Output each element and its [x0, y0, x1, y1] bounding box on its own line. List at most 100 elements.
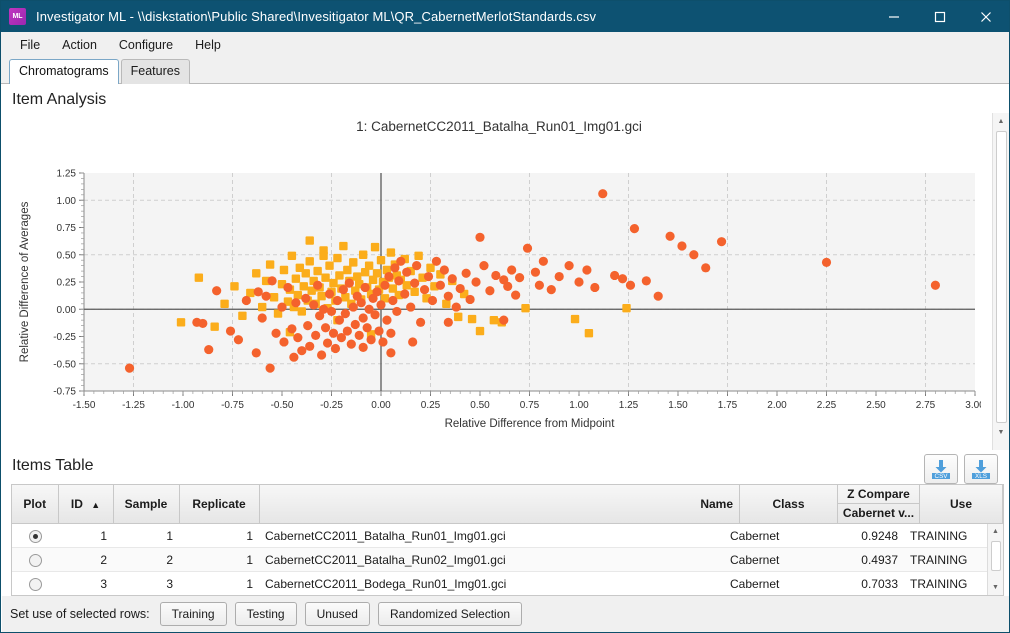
- items-grid-body[interactable]: 111CabernetCC2011_Batalha_Run01_Img01.gc…: [12, 524, 987, 595]
- data-point-cabernet: [630, 224, 639, 233]
- data-point-cabernet: [363, 323, 372, 332]
- data-point-cabernet: [565, 261, 574, 270]
- x-tick-label: 1.00: [569, 400, 589, 411]
- data-point-cabernet: [388, 296, 397, 305]
- chart-vertical-scrollbar[interactable]: ▲ ▼: [992, 113, 1009, 450]
- data-point-cabernet: [327, 307, 336, 316]
- col-header-name[interactable]: Name: [259, 485, 740, 524]
- testing-button[interactable]: Testing: [235, 602, 297, 626]
- data-point-cabernet: [598, 189, 607, 198]
- main-content: Item Analysis 1: CabernetCC2011_Batalha_…: [1, 84, 1009, 632]
- scatter-plot[interactable]: -0.75-0.50-0.250.000.250.500.751.001.25-…: [6, 113, 981, 450]
- x-tick-label: 0.75: [520, 400, 540, 411]
- data-point-merlot: [490, 316, 498, 324]
- unused-button[interactable]: Unused: [305, 602, 370, 626]
- plot-radio-button[interactable]: [29, 554, 42, 567]
- cell-replicate: 1: [179, 572, 259, 595]
- items-grid-scrollbar[interactable]: ▲ ▼: [987, 524, 1003, 595]
- items-table-header-row: Items Table CSV XLS: [6, 450, 1009, 484]
- y-axis-title: Relative Difference of Averages: [19, 201, 31, 362]
- data-point-merlot: [335, 271, 343, 279]
- cell-plot[interactable]: [12, 548, 58, 572]
- data-point-cabernet: [485, 286, 494, 295]
- menu-item-configure[interactable]: Configure: [108, 35, 184, 56]
- data-point-cabernet: [357, 298, 366, 307]
- data-point-merlot: [246, 289, 254, 297]
- grid-scroll-up-icon[interactable]: ▲: [988, 524, 1004, 540]
- data-point-cabernet: [448, 274, 457, 283]
- data-point-cabernet: [462, 269, 471, 278]
- cell-sample: 2: [113, 548, 179, 572]
- col-header-sample[interactable]: Sample: [113, 485, 179, 524]
- data-point-cabernet: [582, 265, 591, 274]
- plot-radio-button[interactable]: [29, 578, 42, 591]
- data-point-cabernet: [555, 272, 564, 281]
- data-point-merlot: [306, 236, 314, 244]
- data-point-cabernet: [376, 300, 385, 309]
- data-point-merlot: [195, 273, 203, 281]
- cell-plot[interactable]: [12, 572, 58, 595]
- data-point-merlot: [426, 264, 434, 272]
- data-point-merlot: [410, 288, 418, 296]
- scroll-thumb[interactable]: [996, 131, 1007, 423]
- training-button[interactable]: Training: [160, 602, 227, 626]
- data-point-cabernet: [370, 310, 379, 319]
- export-csv-button[interactable]: CSV: [924, 454, 958, 484]
- chart-area[interactable]: 1: CabernetCC2011_Batalha_Run01_Img01.gc…: [6, 113, 992, 450]
- data-point-cabernet: [321, 323, 330, 332]
- x-tick-label: 1.25: [619, 400, 639, 411]
- data-point-cabernet: [412, 261, 421, 270]
- tab-chromatograms[interactable]: Chromatograms: [9, 59, 119, 84]
- data-point-cabernet: [440, 265, 449, 274]
- data-point-cabernet: [204, 345, 213, 354]
- data-point-merlot: [319, 252, 327, 260]
- xls-download-icon: XLS: [969, 458, 993, 480]
- items-grid[interactable]: Plot ID ▲ Sample Replicate Name Class Z …: [11, 484, 1004, 596]
- data-point-cabernet: [574, 277, 583, 286]
- col-header-use[interactable]: Use: [920, 485, 1003, 524]
- scroll-down-icon[interactable]: ▼: [993, 424, 1010, 441]
- randomized-selection-button[interactable]: Randomized Selection: [378, 602, 522, 626]
- tab-features[interactable]: Features: [121, 59, 190, 84]
- grid-scroll-down-icon[interactable]: ▼: [988, 579, 1004, 595]
- data-point-merlot: [571, 315, 579, 323]
- y-tick-label: -0.25: [53, 332, 76, 343]
- cell-sample: 3: [113, 572, 179, 595]
- data-point-cabernet: [301, 294, 310, 303]
- col-header-class[interactable]: Class: [740, 485, 838, 524]
- minimize-icon[interactable]: [871, 1, 917, 32]
- close-icon[interactable]: [963, 1, 1009, 32]
- bottom-action-bar: Set use of selected rows: Training Testi…: [2, 596, 1009, 632]
- data-point-cabernet: [380, 281, 389, 290]
- data-point-cabernet: [456, 284, 465, 293]
- menu-item-help[interactable]: Help: [184, 35, 232, 56]
- export-xls-button[interactable]: XLS: [964, 454, 998, 484]
- data-point-cabernet: [319, 305, 328, 314]
- data-point-merlot: [210, 322, 218, 330]
- menu-item-action[interactable]: Action: [51, 35, 108, 56]
- data-point-merlot: [177, 318, 185, 326]
- col-header-replicate[interactable]: Replicate: [179, 485, 259, 524]
- x-tick-label: 3.00: [965, 400, 981, 411]
- data-point-cabernet: [392, 307, 401, 316]
- grid-scroll-thumb[interactable]: [991, 541, 1001, 571]
- table-row[interactable]: 221CabernetCC2011_Batalha_Run02_Img01.gc…: [12, 548, 987, 572]
- scroll-up-icon[interactable]: ▲: [993, 113, 1010, 130]
- app-icon: ML: [9, 8, 26, 25]
- plot-radio-button[interactable]: [29, 530, 42, 543]
- menu-item-file[interactable]: File: [9, 35, 51, 56]
- col-header-plot[interactable]: Plot: [12, 485, 58, 524]
- data-point-cabernet: [212, 286, 221, 295]
- cell-name: CabernetCC2011_Batalha_Run01_Img01.gci: [259, 524, 724, 548]
- data-point-cabernet: [402, 268, 411, 277]
- data-point-cabernet: [436, 281, 445, 290]
- maximize-icon[interactable]: [917, 1, 963, 32]
- data-point-cabernet: [420, 285, 429, 294]
- table-row[interactable]: 111CabernetCC2011_Batalha_Run01_Img01.gc…: [12, 524, 987, 548]
- col-header-zcompare[interactable]: Z Compare Cabernet v...: [838, 485, 920, 524]
- cell-plot[interactable]: [12, 524, 58, 548]
- table-row[interactable]: 331CabernetCC2011_Bodega_Run01_Img01.gci…: [12, 572, 987, 595]
- data-point-cabernet: [618, 274, 627, 283]
- app-icon-label: ML: [12, 13, 22, 20]
- col-header-id[interactable]: ID ▲: [58, 485, 113, 524]
